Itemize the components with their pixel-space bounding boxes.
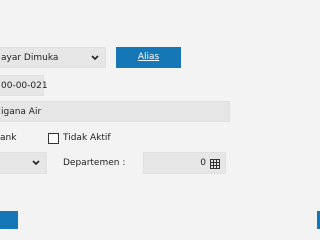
department-field[interactable]: 0 xyxy=(143,152,226,174)
account-type-dropdown[interactable]: ayar Dimuka xyxy=(0,47,106,68)
account-name-field[interactable]: igana Air xyxy=(0,101,230,122)
account-name-value: igana Air xyxy=(1,106,42,117)
bank-dropdown[interactable] xyxy=(0,152,47,174)
table-grid-icon[interactable] xyxy=(210,159,220,169)
account-type-value: ayar Dimuka xyxy=(1,52,59,63)
bank-label: ank xyxy=(0,133,17,143)
department-label: Departemen : xyxy=(63,158,126,168)
account-number-value: 00-00-021 xyxy=(1,80,48,91)
alias-button-label: Alias xyxy=(137,52,160,62)
bottom-left-button[interactable] xyxy=(0,211,18,229)
alias-button[interactable]: Alias xyxy=(116,47,181,68)
account-number-field[interactable]: 00-00-021 xyxy=(0,75,48,96)
chevron-down-icon xyxy=(32,160,40,166)
inactive-checkbox[interactable] xyxy=(48,133,59,144)
chevron-down-icon xyxy=(91,54,99,60)
inactive-checkbox-label[interactable]: Tidak Aktif xyxy=(63,133,111,145)
department-value: 0 xyxy=(200,158,206,168)
